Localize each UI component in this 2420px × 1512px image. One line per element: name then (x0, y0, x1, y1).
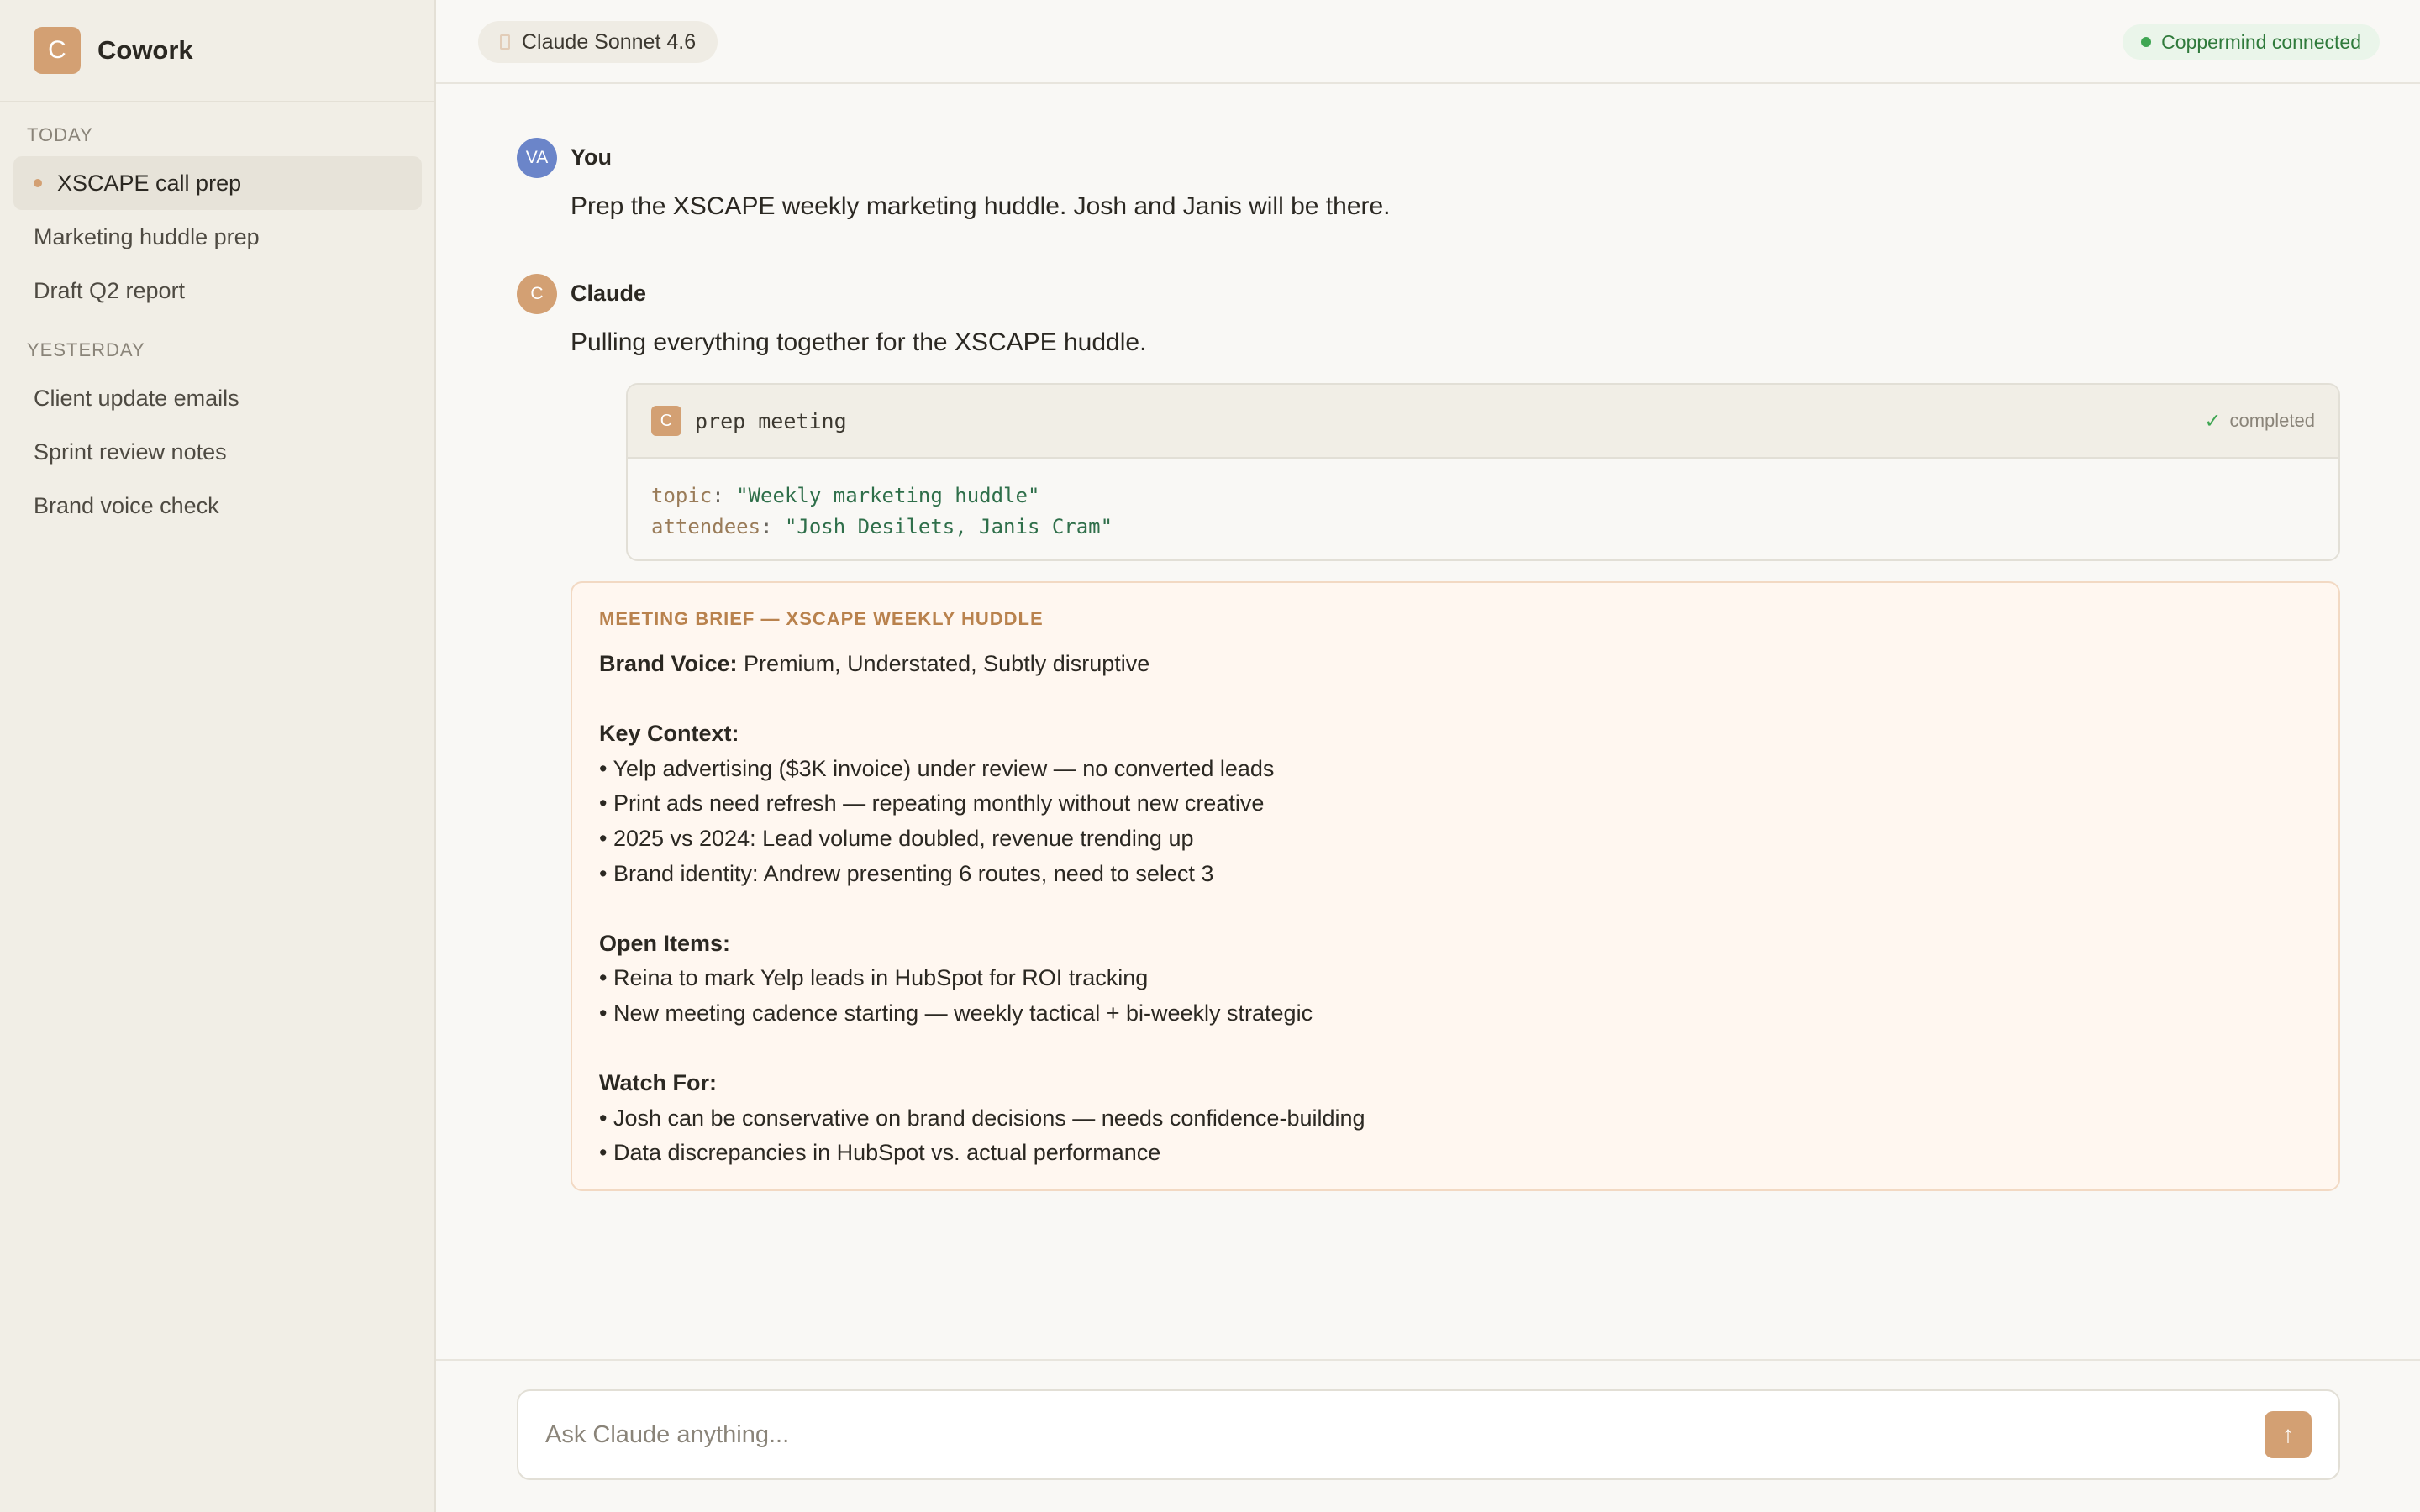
status-dot-icon (2141, 37, 2152, 47)
app-name: Cowork (97, 35, 193, 65)
main-panel: Claude Sonnet 4.6 Coppermind connected V… (436, 0, 2420, 1512)
app-logo-icon: C (34, 27, 81, 74)
tool-param-row: topic: "Weekly marketing huddle" (651, 484, 1040, 507)
meeting-brief-card: MEETING BRIEF — XSCAPE WEEKLY HUDDLE Bra… (571, 581, 2340, 1191)
sidebar-item-label: Sprint review notes (34, 438, 227, 465)
tool-call-header[interactable]: C prep_meeting ✓ completed (628, 385, 2338, 459)
sidebar-item-client-update-emails[interactable]: Client update emails (13, 371, 422, 425)
sidebar-item-brand-voice-check[interactable]: Brand voice check (13, 479, 422, 533)
sidebar-item-marketing-huddle-prep[interactable]: Marketing huddle prep (13, 210, 422, 264)
app-window: C Cowork TODAY XSCAPE call prep Marketin… (0, 0, 2420, 1512)
param-value: "Weekly marketing huddle" (736, 484, 1040, 507)
sidebar-header: C Cowork (0, 0, 434, 102)
connection-status-text: Coppermind connected (2161, 30, 2361, 53)
key-context-heading: Key Context: (599, 721, 739, 747)
section-label-yesterday: YESTERDAY (27, 339, 145, 360)
sidebar-item-label: Draft Q2 report (34, 277, 186, 303)
watch-for-item: • Josh can be conservative on brand deci… (599, 1105, 1365, 1131)
active-dot-icon (34, 179, 42, 187)
tool-params: topic: "Weekly marketing huddle" attende… (628, 459, 2338, 559)
param-key: attendees (651, 515, 761, 538)
tool-param-row: attendees: "Josh Desilets, Janis Cram" (651, 515, 1113, 538)
sidebar-item-xscape-call-prep[interactable]: XSCAPE call prep (13, 156, 422, 210)
user-name: You (571, 144, 612, 170)
composer: ↑ (517, 1389, 2340, 1480)
key-context-item: • Brand identity: Andrew presenting 6 ro… (599, 860, 1214, 886)
section-label-today: TODAY (27, 124, 93, 145)
key-context-item: • Yelp advertising ($3K invoice) under r… (599, 755, 1275, 781)
key-context-item: • Print ads need refresh — repeating mon… (599, 790, 1265, 816)
message-input[interactable] (545, 1391, 2184, 1478)
assistant-name: Claude (571, 281, 647, 306)
watch-for-heading: Watch For: (599, 1070, 717, 1096)
open-item: • Reina to mark Yelp leads in HubSpot fo… (599, 965, 1149, 991)
model-selector[interactable]: Claude Sonnet 4.6 (478, 21, 718, 63)
watch-for-item: • Data discrepancies in HubSpot vs. actu… (599, 1140, 1161, 1166)
model-icon (500, 34, 510, 50)
brand-voice-line: Brand Voice: Premium, Understated, Subtl… (599, 647, 2312, 682)
tool-status-text: completed (2229, 410, 2315, 431)
tool-name: prep_meeting (695, 408, 847, 433)
check-icon: ✓ (2204, 409, 2222, 433)
tool-status: ✓ completed (2204, 409, 2315, 433)
tool-call-card[interactable]: C prep_meeting ✓ completed topic: "Weekl… (626, 383, 2340, 561)
brief-title: MEETING BRIEF — XSCAPE WEEKLY HUDDLE (599, 608, 1044, 629)
brand-voice-label: Brand Voice: (599, 651, 738, 676)
assistant-message-text: Pulling everything together for the XSCA… (571, 328, 1147, 356)
open-item: • New meeting cadence starting — weekly … (599, 1000, 1313, 1026)
open-items-heading: Open Items: (599, 930, 731, 956)
send-button[interactable]: ↑ (2265, 1411, 2312, 1458)
user-message-text: Prep the XSCAPE weekly marketing huddle.… (571, 192, 1391, 220)
top-bar: Claude Sonnet 4.6 Coppermind connected (436, 0, 2420, 84)
sidebar-item-sprint-review-notes[interactable]: Sprint review notes (13, 425, 422, 479)
sidebar-item-label: Marketing huddle prep (34, 223, 260, 249)
user-avatar: VA (517, 138, 557, 178)
sidebar-item-label: Brand voice check (34, 492, 219, 518)
connection-status-badge: Coppermind connected (2123, 24, 2380, 60)
assistant-avatar: C (517, 274, 557, 314)
key-context-item: • 2025 vs 2024: Lead volume doubled, rev… (599, 825, 1194, 851)
tool-icon: C (651, 406, 681, 436)
sidebar-item-draft-q2-report[interactable]: Draft Q2 report (13, 264, 422, 318)
brand-voice-value: Premium, Understated, Subtly disruptive (744, 651, 1150, 676)
composer-area: ↑ (436, 1359, 2420, 1512)
sidebar-item-label: Client update emails (34, 385, 239, 411)
arrow-up-icon: ↑ (2282, 1421, 2294, 1447)
sidebar-item-label: XSCAPE call prep (57, 170, 242, 196)
param-key: topic (651, 484, 713, 507)
sidebar: C Cowork TODAY XSCAPE call prep Marketin… (0, 0, 436, 1512)
param-value: "Josh Desilets, Janis Cram" (784, 515, 1113, 538)
model-label: Claude Sonnet 4.6 (522, 29, 697, 54)
